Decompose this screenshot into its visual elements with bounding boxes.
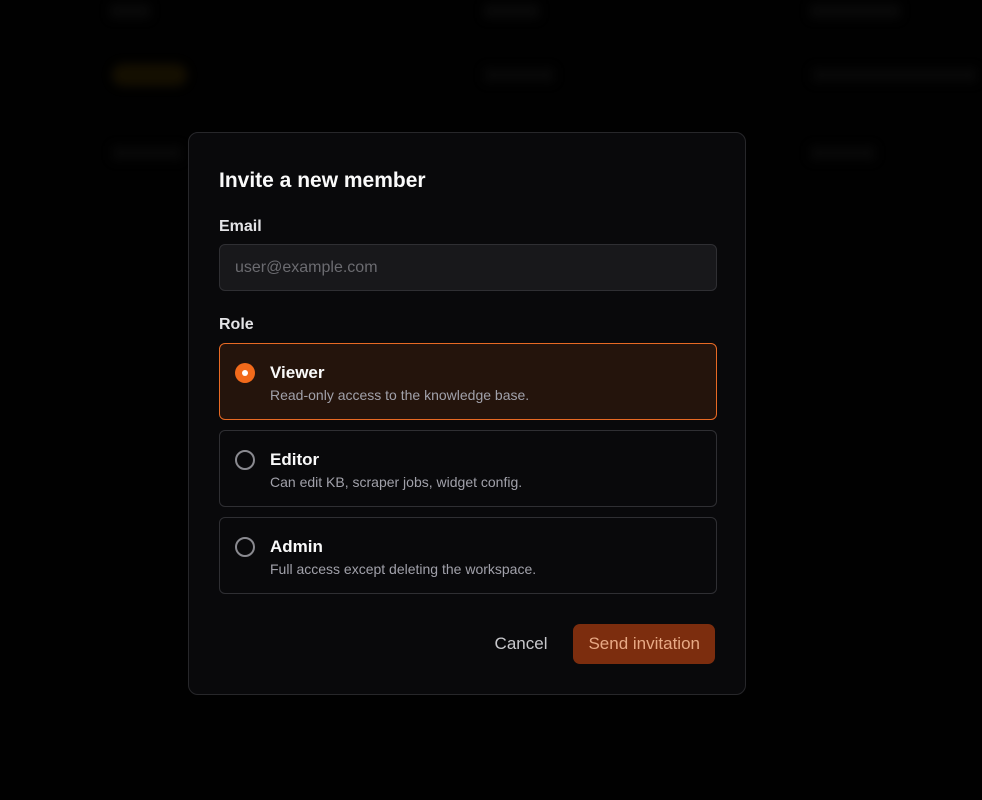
role-option-admin[interactable]: Admin Full access except deleting the wo… [219,517,717,594]
email-input[interactable] [219,244,717,291]
cancel-button[interactable]: Cancel [483,624,560,664]
role-option-viewer[interactable]: Viewer Read-only access to the knowledge… [219,343,717,420]
radio-selected-icon[interactable] [235,363,255,383]
dialog-actions: Cancel Send invitation [483,624,715,664]
invite-member-dialog: Invite a new member Email Role Viewer Re… [188,132,746,695]
role-description: Full access except deleting the workspac… [270,561,537,577]
role-name: Admin [270,537,323,556]
email-label: Email [219,218,262,235]
role-name: Editor [270,450,320,469]
dialog-title: Invite a new member [219,169,426,192]
role-description: Can edit KB, scraper jobs, widget config… [270,474,523,490]
radio-unselected-icon[interactable] [235,450,255,470]
role-description: Read-only access to the knowledge base. [270,387,530,403]
send-invitation-button[interactable]: Send invitation [573,624,715,664]
role-option-editor[interactable]: Editor Can edit KB, scraper jobs, widget… [219,430,717,507]
role-name: Viewer [270,363,325,382]
radio-unselected-icon[interactable] [235,537,255,557]
page: Invite a new member Email Role Viewer Re… [0,0,982,800]
role-label: Role [219,316,254,333]
role-radio-group: Viewer Read-only access to the knowledge… [219,343,717,594]
